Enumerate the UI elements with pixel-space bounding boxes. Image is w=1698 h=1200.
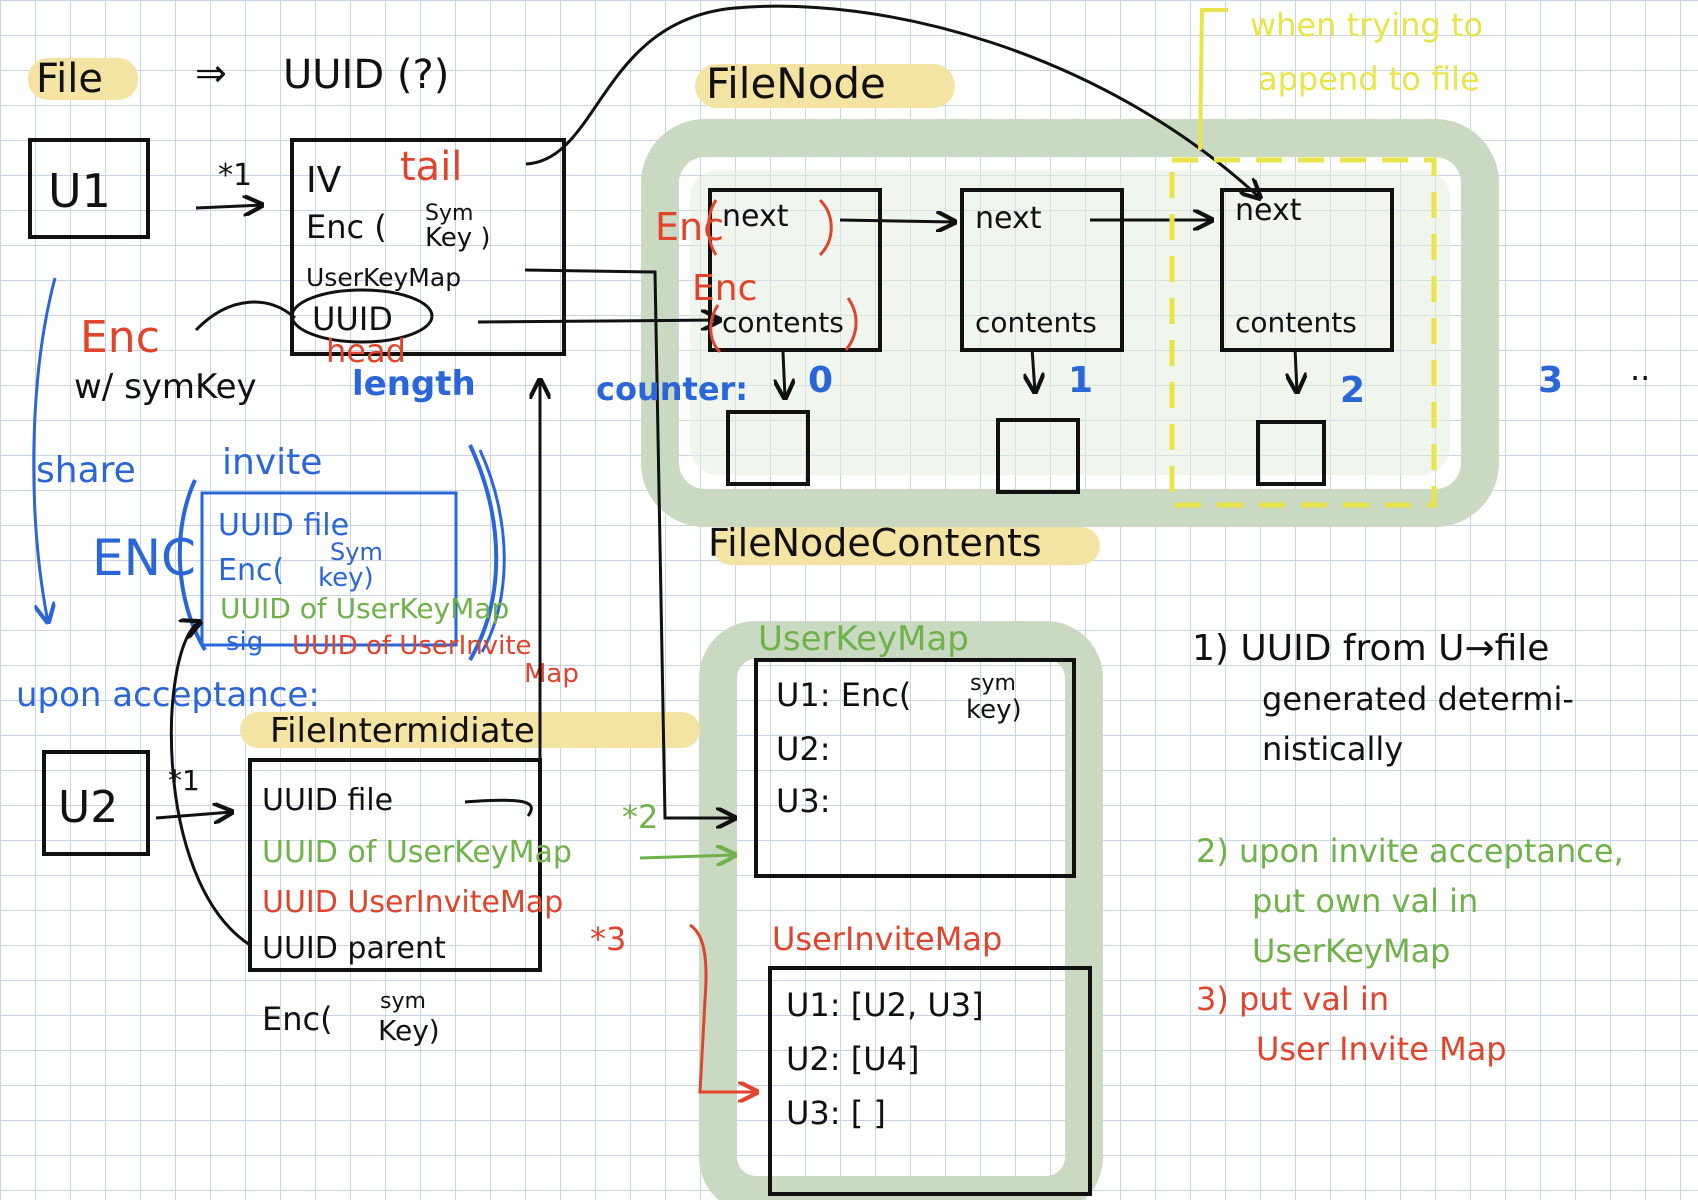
file-enc: Enc ( [306, 208, 387, 246]
filenode-1-enc2: Enc [692, 268, 757, 309]
fi-key: Key) [378, 1014, 440, 1047]
counter-1: 1 [1068, 360, 1093, 401]
fi-enc: Enc( [262, 1000, 333, 1038]
architecture-sketch: File ⇒ UUID (?) U1 *1 IV tail Enc ( Sym … [16, 4, 1650, 1200]
note-3-line-2: User Invite Map [1256, 1030, 1507, 1068]
file-tail: tail [400, 144, 462, 190]
filenode-1-next: next [722, 199, 789, 234]
invite-uuid-uim-map: Map [524, 659, 579, 689]
enc-note-with: w/ symKey [74, 367, 257, 407]
invite-sig: sig [226, 627, 263, 657]
note-2-line-3: UserKeyMap [1252, 932, 1450, 970]
u2-mark: *1 [168, 764, 200, 797]
filenode-2-contents: contents [975, 306, 1097, 339]
fi-uuid-parent: UUID parent [262, 931, 446, 966]
uuid-connector [477, 320, 720, 322]
counter-label: counter: [596, 370, 748, 408]
ukm-row-1: U1: Enc( [776, 676, 911, 714]
ukm-sym: sym [970, 671, 1016, 696]
uim-row-3: U3: [ ] [786, 1094, 886, 1132]
invite-enc: Enc( [218, 553, 284, 588]
header-file: File [36, 56, 103, 102]
note-1-line-2: generated determi- [1262, 680, 1574, 718]
filenode-1-enc: Enc [655, 205, 724, 249]
fi-uuid-file-arrow [464, 798, 533, 817]
invite-label: invite [222, 442, 322, 483]
u1-arrow [195, 205, 262, 208]
invite-uuid-ukm: UUID of UserKeyMap [220, 592, 509, 625]
fi-uuid-file: UUID file [262, 783, 393, 818]
filenode-2-next: next [975, 201, 1042, 236]
invite-sym: Sym [330, 538, 383, 566]
invite-uuid-uim: UUID of UserInvite [292, 631, 532, 661]
header-uuid: UUID (?) [283, 52, 449, 98]
counter-0: 0 [808, 360, 833, 401]
counter-3: 3 [1538, 360, 1563, 401]
note-2-line-1: 2) upon invite acceptance, [1196, 832, 1624, 870]
u2-label: U2 [58, 782, 118, 833]
file-iv: IV [306, 160, 342, 201]
yellow-note-1: when trying to [1250, 6, 1483, 44]
uim-row-1: U1: [U2, U3] [786, 986, 984, 1024]
node1-to-node2 [839, 220, 955, 222]
file-key: Key ) [425, 223, 491, 253]
enc-note-arrow [194, 300, 297, 332]
ukm-row-2: U2: [776, 730, 831, 768]
u1-mark: *1 [218, 158, 252, 193]
upon-acceptance: upon acceptance: [16, 675, 320, 715]
filenode-title: FileNode [706, 59, 886, 108]
invite-key: key) [318, 563, 374, 593]
fi-uuid-ukm: UUID of UserKeyMap [262, 835, 572, 870]
share-label: share [36, 450, 136, 491]
counter-2: 2 [1340, 370, 1365, 411]
fi-sym: sym [380, 989, 426, 1014]
filenode-3-next: next [1235, 193, 1302, 228]
note-2-line-2: put own val in [1252, 882, 1478, 920]
header-arrow: ⇒ [195, 51, 227, 95]
note-1-line-1: 1) UUID from U→file [1192, 628, 1549, 669]
enc-note-enc: Enc [80, 312, 160, 363]
file-user-key-map: UserKeyMap [306, 263, 461, 292]
green-region-maps [699, 621, 1103, 1200]
note-3-line-1: 3) put val in [1196, 980, 1389, 1018]
ukm-title: UserKeyMap [758, 619, 969, 659]
u2-arrow [155, 812, 232, 818]
filenode-3-contents: contents [1235, 306, 1357, 339]
uim-title: UserInviteMap [772, 920, 1002, 958]
mark-3: *3 [590, 920, 626, 958]
fi-uuid-uim: UUID UserInviteMap [262, 885, 563, 920]
counter-dots: .. [1630, 350, 1650, 388]
yellow-note-2: append to file [1258, 60, 1480, 98]
filenode-contents-title: FileNodeContents [708, 521, 1042, 565]
uim-row-2: U2: [U4] [786, 1040, 919, 1078]
ukm-key: key) [966, 695, 1022, 725]
mark-2: *2 [622, 798, 658, 836]
ukm-row-3: U3: [776, 782, 831, 820]
note-1-line-3: nistically [1262, 730, 1403, 768]
filenode-1-contents: contents [722, 306, 844, 339]
file-length: length [352, 364, 476, 404]
u1-label: U1 [48, 164, 111, 218]
fi-title: FileIntermidiate [270, 711, 535, 751]
